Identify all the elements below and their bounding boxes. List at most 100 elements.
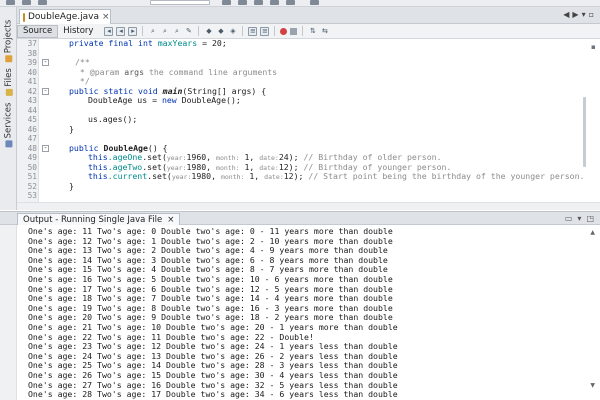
code-line: 51 this.current.set(year:1980, month: 1, … xyxy=(17,171,600,182)
output-scrollbar[interactable]: ▲ ▼ xyxy=(590,229,595,389)
scroll-right-icon[interactable]: ▶ xyxy=(572,10,578,19)
diff-icon[interactable]: ⇅ xyxy=(308,27,317,36)
line-number: 46 xyxy=(27,124,37,134)
code-token: maxYears xyxy=(157,39,198,48)
output-controls: ▭ ▾ ◳ xyxy=(565,214,594,223)
code-token: } xyxy=(69,180,74,191)
code-line: 45 us.ages(); xyxy=(17,114,600,125)
vertical-scrollbar[interactable] xyxy=(583,97,586,167)
code-token: * @param xyxy=(75,66,125,77)
code-token: (String[] args) { xyxy=(182,85,267,96)
param-hint: month: xyxy=(216,154,240,162)
code-line: 43 DoubleAge us = new DoubleAge(); xyxy=(17,95,600,106)
code-token: private final int xyxy=(69,39,158,48)
scroll-up-icon[interactable]: ▲ xyxy=(590,229,595,236)
source-button[interactable]: Source xyxy=(17,24,59,38)
code-editor[interactable]: 37 private final int maxYears = 20; 38 39… xyxy=(17,39,600,210)
side-panel-tabs: Projects Files Services xyxy=(0,7,17,210)
code-token: this xyxy=(88,161,108,172)
separator xyxy=(142,26,144,36)
code-token: .ageTwo xyxy=(107,161,143,172)
toolbar-button[interactable] xyxy=(6,0,15,5)
find-previous-icon[interactable]: ⌕ xyxy=(148,27,157,36)
code-token: 1960, xyxy=(186,152,217,162)
code-token: 1, xyxy=(244,171,265,181)
param-hint: month: xyxy=(220,173,245,181)
code-token: 1, xyxy=(239,152,260,162)
tab-nav: ◀ ▶ ▾ ▫ xyxy=(563,10,594,19)
toolbar-button[interactable] xyxy=(238,0,247,5)
toolbar-button[interactable] xyxy=(38,0,47,5)
output-console[interactable]: One's age: 11 Two's age: 0 Double two's … xyxy=(0,225,600,400)
maximize-icon[interactable]: ▫ xyxy=(589,10,594,19)
code-token: () { xyxy=(147,142,168,153)
code-line: 38 xyxy=(17,49,600,59)
fold-toggle[interactable]: - xyxy=(42,144,49,152)
files-tab-label: Files xyxy=(3,68,14,87)
line-number: 37 xyxy=(27,39,37,48)
line-number: 51 xyxy=(27,172,37,181)
files-tab[interactable]: Files xyxy=(2,67,15,97)
last-edit-icon[interactable]: ◂ xyxy=(104,26,114,36)
shift-right-icon[interactable]: ≡ xyxy=(260,26,270,36)
projects-tab[interactable]: Projects xyxy=(2,19,15,63)
stop-macro-icon[interactable] xyxy=(290,27,298,35)
separator xyxy=(242,26,244,36)
horizontal-scrollbar[interactable] xyxy=(17,202,600,210)
code-token: the command line arguments xyxy=(144,66,278,77)
code-token: 12); xyxy=(278,161,299,172)
java-file-icon xyxy=(23,12,25,22)
code-line: 52} xyxy=(17,180,600,192)
find-next-icon[interactable]: ⌕ xyxy=(160,27,169,36)
code-comment: // Start point being the birthday of the… xyxy=(303,171,585,181)
shift-left-icon[interactable]: ≡ xyxy=(248,26,258,36)
config-dropdown[interactable] xyxy=(150,0,210,5)
float-window-icon[interactable]: ◳ xyxy=(586,214,594,223)
fold-toggle[interactable]: - xyxy=(42,59,49,66)
toggle-highlight-icon[interactable]: ✎ xyxy=(184,27,193,36)
code-token: us.ages(); xyxy=(88,114,138,124)
code-token: 1, xyxy=(239,161,260,172)
toolbar-button[interactable] xyxy=(310,0,319,5)
line-number: 53 xyxy=(27,191,37,200)
code-token: .set( xyxy=(142,161,167,172)
toggle-bookmark-icon[interactable]: ◈ xyxy=(228,27,237,36)
line-number: 41 xyxy=(27,77,37,86)
comment-icon[interactable]: ⇆ xyxy=(320,27,329,36)
close-tab-icon[interactable]: × xyxy=(102,12,110,22)
record-macro-icon[interactable] xyxy=(280,27,288,35)
fold-toggle[interactable]: - xyxy=(42,87,49,95)
toolbar-button[interactable] xyxy=(22,0,31,5)
find-selection-icon[interactable]: ⌕ xyxy=(172,27,181,36)
toolbar-button[interactable] xyxy=(254,0,263,5)
file-tab-doubleage[interactable]: DoubleAge.java × xyxy=(19,9,111,24)
toolbar-button[interactable] xyxy=(222,0,231,5)
output-header: Output - Running Single Java File × ▭ ▾ … xyxy=(0,211,600,226)
scroll-down-icon[interactable]: ▼ xyxy=(590,382,595,389)
code-token: 24); xyxy=(278,152,299,162)
back-icon[interactable]: ◂ xyxy=(116,26,126,36)
forward-icon[interactable]: ▸ xyxy=(128,26,138,36)
output-tab-label: Output - Running Single Java File xyxy=(23,215,163,225)
projects-icon xyxy=(5,55,13,63)
files-icon xyxy=(5,88,12,96)
prev-bookmark-icon[interactable]: ◆ xyxy=(204,27,213,36)
code-lines: 37 private final int maxYears = 20; 38 39… xyxy=(17,39,600,201)
toolbar-button[interactable] xyxy=(286,0,295,5)
scroll-left-icon[interactable]: ◀ xyxy=(563,10,569,19)
code-token: this xyxy=(88,171,108,181)
line-number: 52 xyxy=(27,181,37,191)
code-comment: // Birthday of older person. xyxy=(298,152,442,162)
close-output-icon[interactable]: × xyxy=(167,215,174,225)
tab-list-icon[interactable]: ▾ xyxy=(582,10,586,19)
history-button[interactable]: History xyxy=(58,25,98,38)
services-tab[interactable]: Services xyxy=(2,101,15,149)
toolbar-button[interactable] xyxy=(270,0,279,5)
output-menu-icon[interactable]: ▾ xyxy=(577,214,581,223)
next-bookmark-icon[interactable]: ◆ xyxy=(216,27,225,36)
line-number: 38 xyxy=(27,48,37,58)
minimize-icon[interactable]: ▭ xyxy=(565,214,573,223)
output-gutter xyxy=(0,225,17,400)
code-token: DoubleAge us = xyxy=(88,95,162,105)
param-hint: year: xyxy=(171,173,192,181)
